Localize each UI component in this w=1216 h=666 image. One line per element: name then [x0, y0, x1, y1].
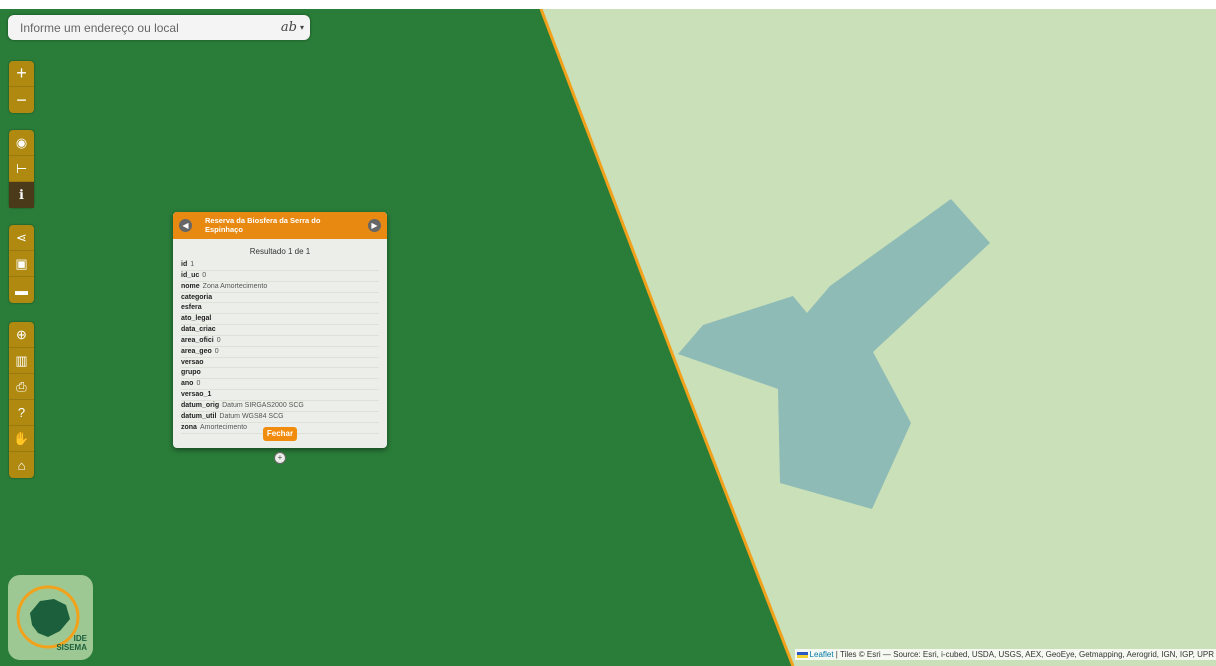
attribute-row: versao_1 — [181, 390, 379, 401]
help-icon: ? — [17, 405, 26, 420]
search-input[interactable] — [18, 19, 281, 36]
ruler-icon: ⊢ — [15, 160, 28, 176]
attribute-row: grupo — [181, 368, 379, 380]
attribute-row: area_ofici 0 — [181, 336, 379, 347]
attribute-row: ato_legal — [181, 314, 379, 326]
attribute-value: Zona Amortecimento — [202, 282, 268, 290]
attribute-key: versao_1 — [181, 391, 212, 399]
attribute-key: versao — [181, 358, 204, 366]
attribute-value: Datum SIRGAS2000 SCG — [222, 401, 304, 409]
attribute-key: ano — [181, 380, 194, 388]
attribute-value: 0 — [196, 380, 201, 388]
hand-icon: ✋ — [13, 430, 30, 446]
attribution-text: | Tiles © Esri — Source: Esri, i-cubed, … — [833, 650, 1214, 659]
attribute-row: area_geo 0 — [181, 347, 379, 358]
folder-button[interactable]: ▬ — [9, 277, 34, 303]
ide-sisema-logo[interactable]: IDE SISEMA — [8, 575, 93, 660]
attribute-key: datum_orig — [181, 401, 220, 409]
home-button[interactable]: ⌂ — [9, 452, 34, 478]
logo-line-1: IDE — [73, 634, 87, 643]
map-attribution: Leaflet | Tiles © Esri — Source: Esri, i… — [794, 649, 1216, 660]
attribute-row: id_uc 0 — [181, 271, 379, 282]
save-icon: ▣ — [15, 255, 28, 271]
attribute-row: esfera — [181, 303, 379, 315]
print-icon: ⎙ — [16, 378, 27, 394]
globe-icon: ◉ — [15, 134, 28, 150]
attribute-key: nome — [181, 282, 200, 290]
globe-button[interactable]: ◉ — [9, 130, 34, 156]
save-button[interactable]: ▣ — [9, 251, 34, 277]
attribute-row: data_criac — [181, 325, 379, 336]
attribute-row: id 1 — [181, 260, 379, 271]
flag-icon — [796, 651, 808, 658]
feature-popup: ◀ Reserva da Biosfera da Serra do Espinh… — [173, 212, 387, 448]
map-button[interactable]: ▥ — [9, 348, 34, 374]
popup-anchor-icon: + — [274, 452, 286, 464]
chevron-down-icon: ▾ — [299, 23, 304, 32]
attribute-key: data_criac — [181, 326, 216, 334]
info-icon: ℹ — [19, 187, 24, 202]
leaflet-link[interactable]: Leaflet — [810, 650, 834, 659]
attribute-key: categoria — [181, 293, 213, 301]
help-button[interactable]: ? — [9, 400, 34, 426]
search-bar: ab ▾ — [8, 15, 310, 40]
attribute-value: Datum WGS84 SCG — [219, 412, 284, 420]
attribute-value: 1 — [190, 261, 195, 268]
crosshair-button[interactable]: ⊕ — [9, 322, 34, 348]
popup-title: Reserva da Biosfera da Serra do Espinhaç… — [205, 216, 321, 234]
logo-line-2: SISEMA — [56, 643, 87, 652]
next-arrow-icon[interactable]: ▶ — [368, 219, 381, 232]
attribute-value: 0 — [202, 271, 207, 279]
crosshair-icon: ⊕ — [16, 326, 27, 342]
attribute-key: area_ofici — [181, 336, 214, 344]
attribute-row: datum_orig Datum SIRGAS2000 SCG — [181, 401, 379, 412]
attribute-row: categoria — [181, 293, 379, 304]
map-icon: ▥ — [15, 352, 28, 368]
attribute-key: area_geo — [181, 347, 212, 355]
attribute-key: grupo — [181, 369, 201, 377]
layer-selector[interactable]: ab ▾ — [281, 20, 304, 35]
result-count: Resultado 1 de 1 — [249, 247, 311, 256]
zoom-in-button[interactable]: + — [9, 61, 34, 87]
share-button[interactable]: ⋖ — [9, 225, 34, 251]
attribute-row: ano 0 — [181, 379, 379, 391]
attribute-row: datum_util Datum WGS84 SCG — [181, 412, 379, 423]
attribute-key: zona — [181, 423, 197, 431]
attribute-row: versao — [181, 358, 379, 369]
logo-text: IDE SISEMA — [56, 634, 87, 652]
attribute-row: nome Zona Amortecimento — [181, 282, 379, 293]
attribute-list: id 1 id_uc 0 nome Zona Amortecimento categoria… — [173, 260, 387, 434]
toolbar-group-file: ⋖ ▣ ▬ — [9, 225, 34, 303]
prev-arrow-icon[interactable]: ◀ — [179, 219, 192, 232]
attribute-value: Amortecimento — [199, 423, 248, 431]
attribute-value: 0 — [214, 347, 219, 355]
folder-icon: ▬ — [15, 282, 28, 298]
toolbar-group-tools: ⊕ ▥ ⎙? ✋ ⌂ — [9, 322, 34, 478]
attribute-key: ato_legal — [181, 315, 212, 323]
attribute-value: 0 — [216, 336, 221, 344]
attribute-key: id — [181, 261, 188, 268]
ruler-button[interactable]: ⊢ — [9, 156, 34, 182]
abc-icon: ab — [280, 20, 297, 35]
info-button[interactable]: ℹ — [9, 182, 34, 208]
popup-header: ◀ Reserva da Biosfera da Serra do Espinh… — [173, 212, 387, 239]
attribute-key: datum_util — [181, 412, 217, 420]
attribute-key: id_uc — [181, 271, 200, 279]
hand-button[interactable]: ✋ — [9, 426, 34, 452]
zoom-out-button[interactable]: − — [9, 87, 34, 113]
home-icon: ⌂ — [17, 457, 26, 473]
close-button[interactable]: Fechar — [263, 427, 297, 441]
print-button[interactable]: ⎙ — [9, 374, 34, 400]
zoom-control: + − — [9, 61, 34, 113]
attribute-key: esfera — [181, 304, 202, 312]
share-icon: ⋖ — [16, 229, 27, 245]
toolbar-group-view: ◉ ⊢ ℹ — [9, 130, 34, 208]
